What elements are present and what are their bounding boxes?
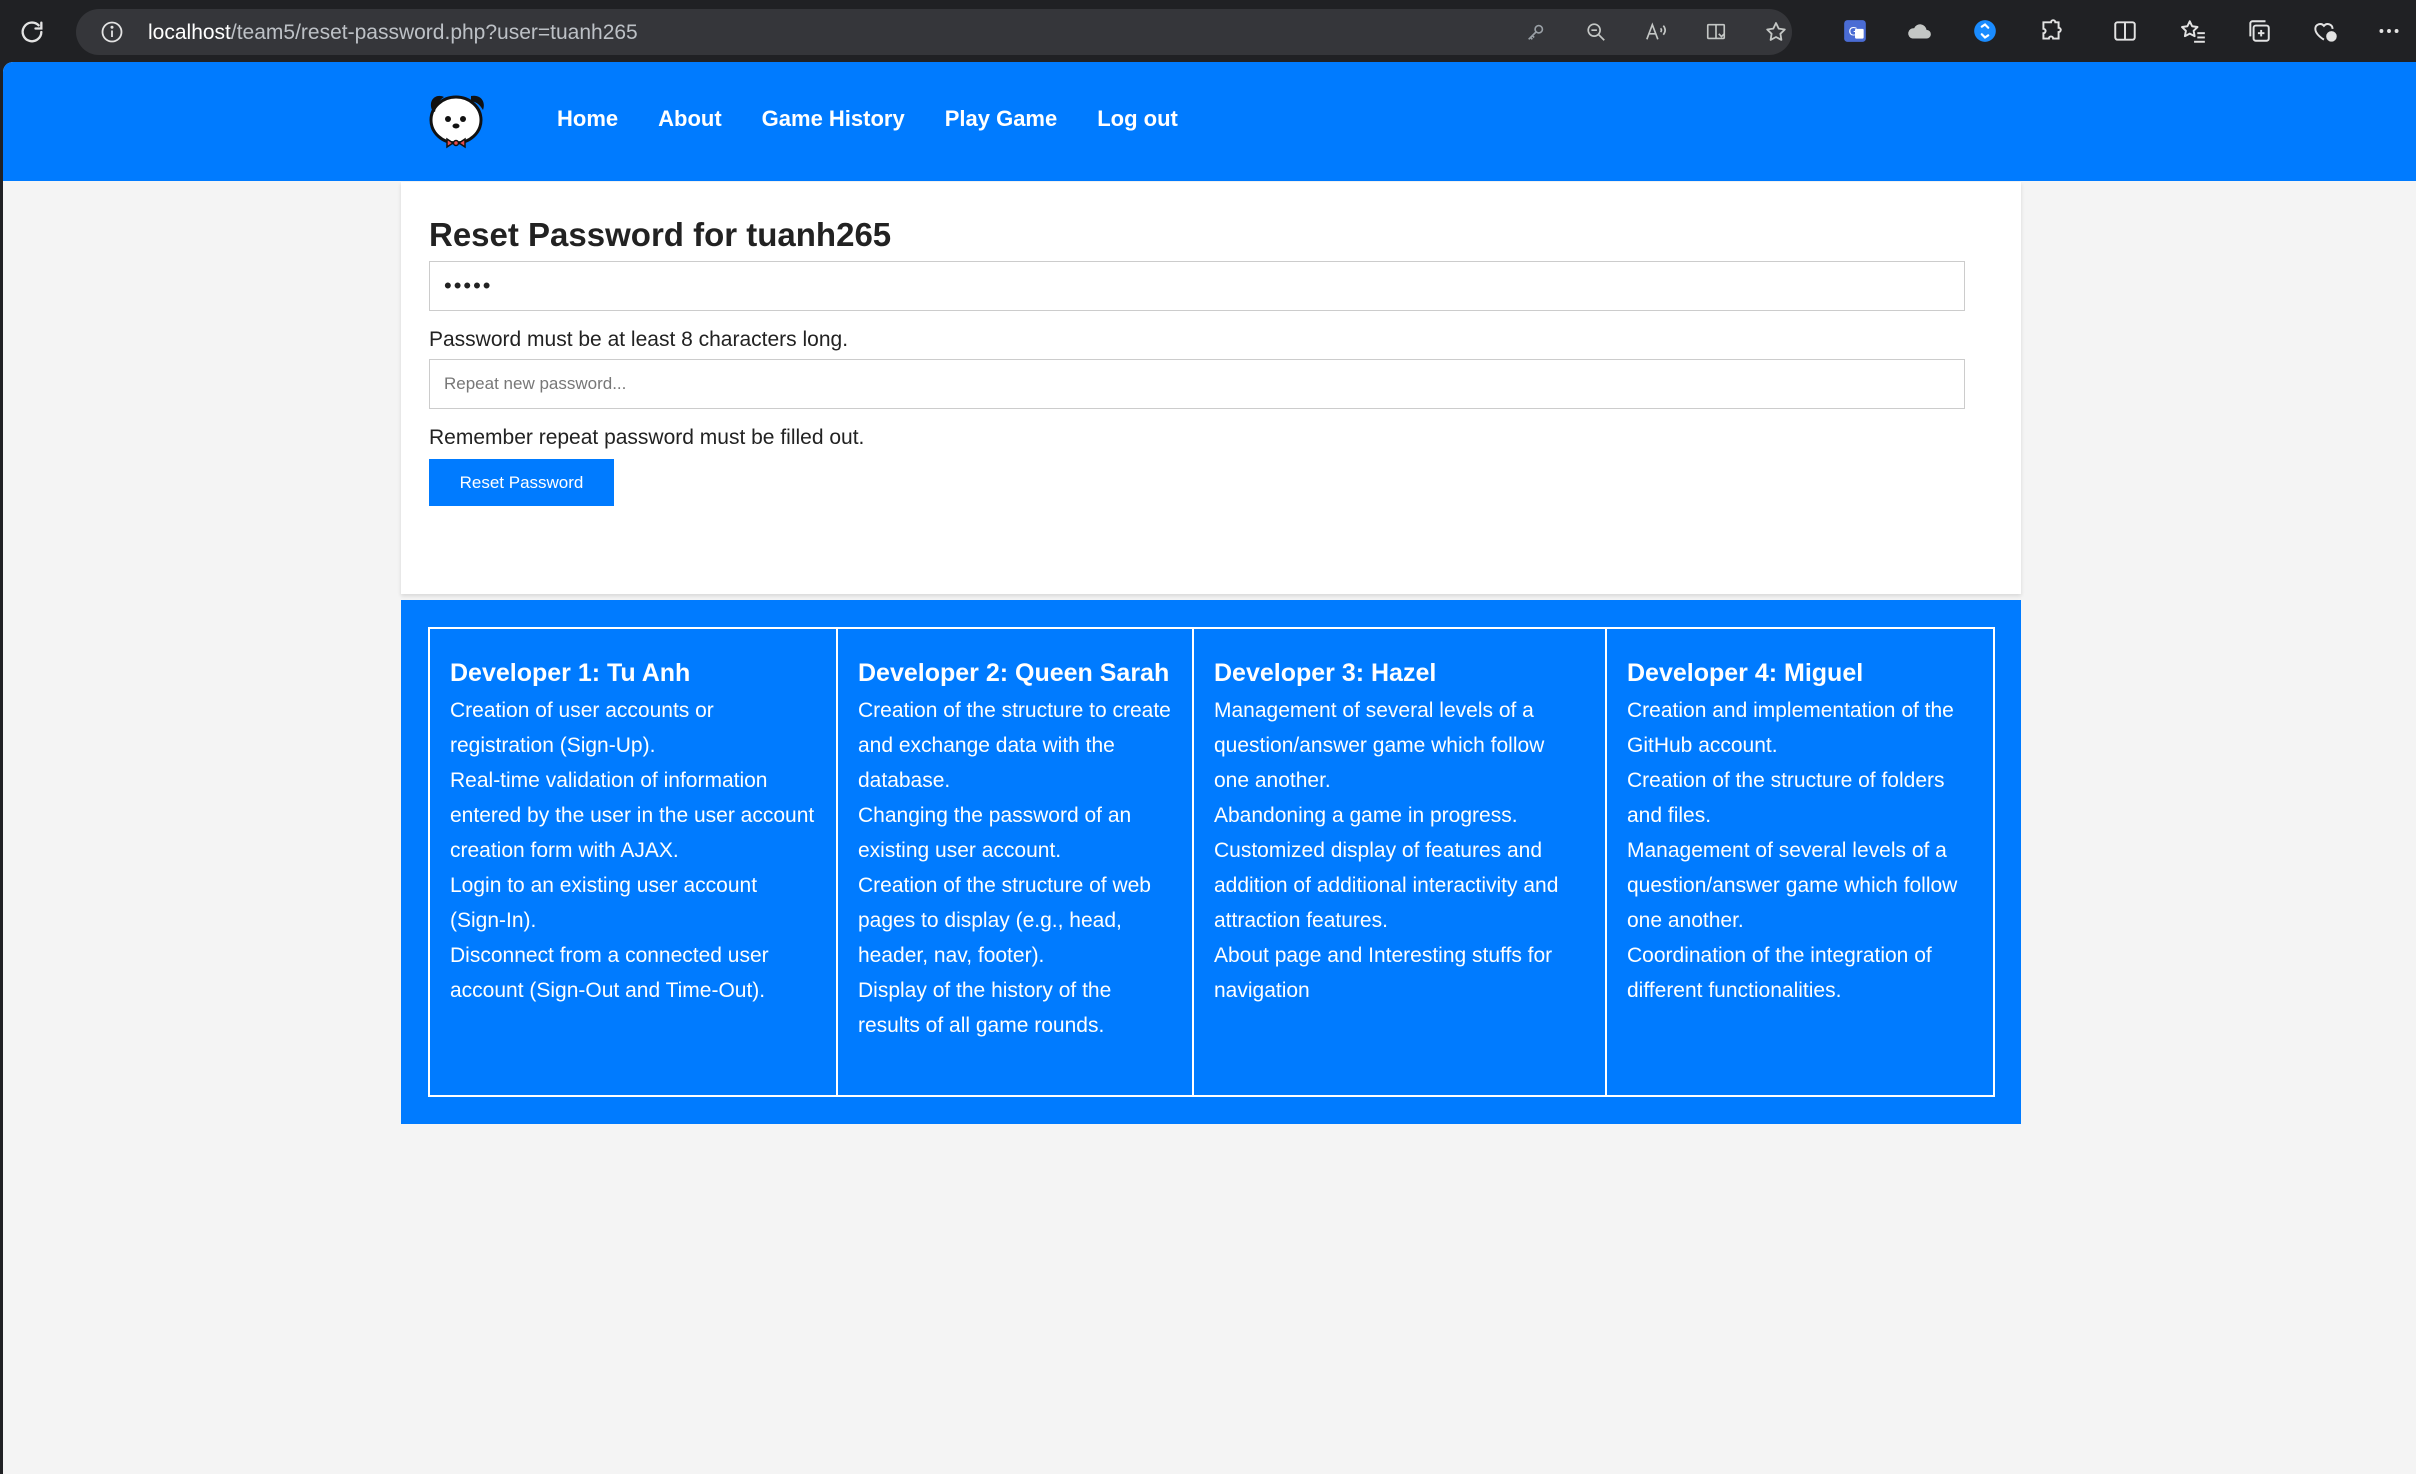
- developer-column: Developer 2: Queen Sarah Creation of the…: [838, 629, 1194, 1095]
- developer-task: Real-time validation of information ente…: [450, 769, 815, 862]
- page-viewport: Home About Game History Play Game Log ou…: [3, 62, 2416, 1474]
- site-header: Home About Game History Play Game Log ou…: [3, 62, 2416, 181]
- favorites-icon[interactable]: [2178, 16, 2208, 46]
- site-info-icon[interactable]: [100, 20, 124, 44]
- favorite-star-icon[interactable]: [1764, 20, 1788, 44]
- developer-name: Developer 4: Miguel: [1627, 659, 1864, 687]
- cloud-extension-icon[interactable]: [1904, 16, 1934, 46]
- browser-essentials-icon[interactable]: [2310, 16, 2340, 46]
- collections-icon[interactable]: [2244, 16, 2274, 46]
- page-title: Reset Password for tuanh265: [429, 216, 892, 253]
- reset-password-button[interactable]: Reset Password: [429, 459, 614, 506]
- developer-column: Developer 4: Miguel Creation and impleme…: [1607, 629, 1993, 1095]
- read-aloud-icon[interactable]: [1644, 20, 1668, 44]
- url-text[interactable]: localhost/team5/reset-password.php?user=…: [148, 21, 638, 45]
- password-length-hint: Password must be at least 8 characters l…: [429, 328, 849, 351]
- developer-column: Developer 3: Hazel Management of several…: [1194, 629, 1607, 1095]
- nav-log-out[interactable]: Log out: [1097, 106, 1178, 132]
- developer-column: Developer 1: Tu Anh Creation of user acc…: [430, 629, 838, 1095]
- url-host: localhost: [148, 21, 231, 44]
- developer-task: Display of the history of the results of…: [858, 979, 1112, 1037]
- nav-play-game[interactable]: Play Game: [945, 106, 1058, 132]
- extensions-puzzle-icon[interactable]: [2036, 16, 2066, 46]
- developers-panel: Developer 1: Tu Anh Creation of user acc…: [401, 600, 2021, 1124]
- developer-task: About page and Interesting stuffs for na…: [1214, 944, 1553, 1002]
- browser-toolbar: localhost/team5/reset-password.php?user=…: [0, 0, 2416, 62]
- developer-task: Disconnect from a connected user account…: [450, 944, 769, 1002]
- developer-task: Abandoning a game in progress.: [1214, 804, 1518, 827]
- translate-extension-icon[interactable]: G: [1840, 16, 1870, 46]
- developer-task: Creation of the structure of web pages t…: [858, 874, 1151, 967]
- nav-about[interactable]: About: [658, 106, 722, 132]
- developer-task: Customized display of features and addit…: [1214, 839, 1559, 932]
- shazam-extension-icon[interactable]: [1970, 16, 2000, 46]
- reset-password-card: Reset Password for tuanh265 Password mus…: [401, 182, 2021, 594]
- repeat-password-hint: Remember repeat password must be filled …: [429, 426, 865, 449]
- new-password-field[interactable]: [429, 261, 1965, 311]
- more-options-icon[interactable]: [2374, 16, 2404, 46]
- developer-task: Coordination of the integration of diffe…: [1627, 944, 1932, 1002]
- key-icon[interactable]: [1524, 20, 1548, 44]
- developer-task: Login to an existing user account (Sign-…: [450, 874, 758, 932]
- url-path: /team5/reset-password.php?user=tuanh265: [230, 21, 638, 44]
- developer-task: Creation and implementation of the GitHu…: [1627, 699, 1954, 757]
- developer-task: Creation of the structure to create and …: [858, 699, 1171, 792]
- developer-name: Developer 3: Hazel: [1214, 659, 1437, 687]
- developer-task: Creation of the structure of folders and…: [1627, 769, 1945, 827]
- immersive-reader-icon[interactable]: [1704, 20, 1728, 44]
- dog-logo-icon[interactable]: [423, 84, 489, 150]
- developer-task: Changing the password of an existing use…: [858, 804, 1132, 862]
- developer-task: Management of several levels of a questi…: [1214, 699, 1545, 792]
- zoom-icon[interactable]: [1584, 20, 1608, 44]
- repeat-password-field[interactable]: [429, 359, 1965, 409]
- address-bar[interactable]: localhost/team5/reset-password.php?user=…: [76, 9, 1792, 55]
- split-screen-icon[interactable]: [2110, 16, 2140, 46]
- developer-name: Developer 2: Queen Sarah: [858, 659, 1170, 687]
- main-nav: Home About Game History Play Game Log ou…: [557, 106, 1218, 132]
- nav-home[interactable]: Home: [557, 106, 618, 132]
- reload-icon[interactable]: [14, 14, 50, 50]
- developer-task: Creation of user accounts or registratio…: [450, 699, 714, 757]
- developer-task: Management of several levels of a questi…: [1627, 839, 1958, 932]
- nav-game-history[interactable]: Game History: [762, 106, 905, 132]
- developer-name: Developer 1: Tu Anh: [450, 659, 691, 687]
- developers-table: Developer 1: Tu Anh Creation of user acc…: [428, 627, 1995, 1097]
